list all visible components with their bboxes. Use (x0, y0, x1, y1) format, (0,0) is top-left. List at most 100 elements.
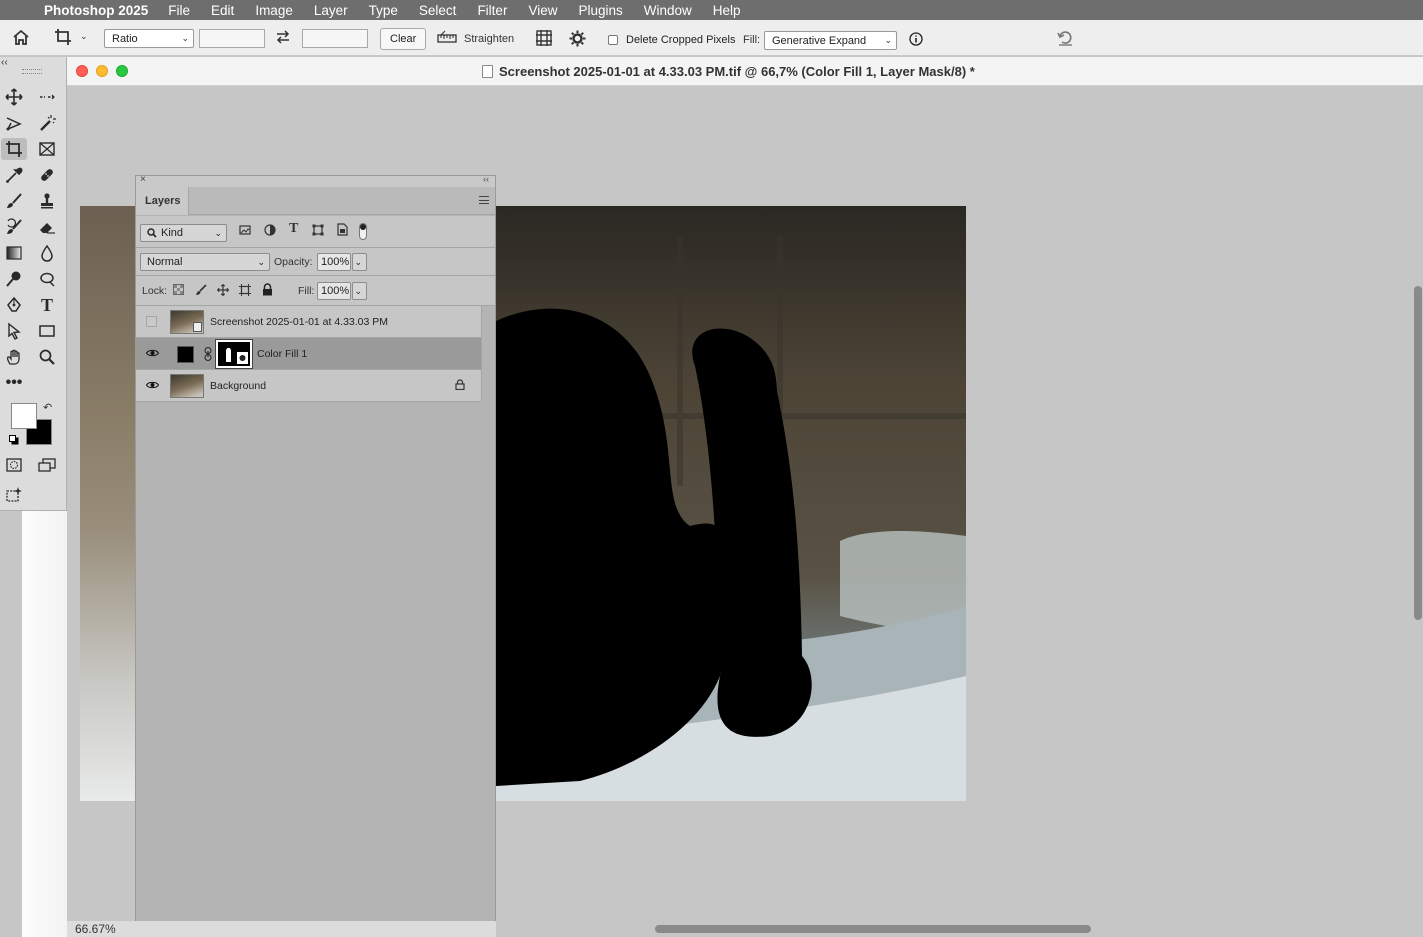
menu-type[interactable]: Type (369, 3, 398, 18)
layer-row-color-fill[interactable]: Color Fill 1 (136, 338, 481, 370)
link-mask-icon[interactable] (204, 347, 212, 361)
chevron-down-icon[interactable]: ⌄ (80, 31, 88, 42)
fill-color-thumbnail[interactable] (177, 346, 194, 363)
lock-artboard-icon[interactable] (239, 284, 251, 299)
crop-tool-icon[interactable] (1, 138, 27, 160)
filter-adjustment-icon[interactable] (264, 224, 276, 239)
grid-overlay-icon[interactable] (535, 29, 553, 47)
straighten-icon[interactable] (437, 30, 457, 44)
menu-view[interactable]: View (528, 3, 557, 18)
magic-wand-tool-icon[interactable] (34, 112, 60, 134)
pen-tool-icon[interactable] (1, 294, 27, 316)
filter-type-icon[interactable]: T (289, 221, 298, 237)
layer-visibility-toggle[interactable] (146, 316, 157, 327)
delete-cropped-label[interactable]: Delete Cropped Pixels (626, 34, 735, 46)
filter-smart-object-icon[interactable] (336, 223, 348, 239)
layer-row-background[interactable]: Background (136, 370, 481, 402)
filter-shape-icon[interactable] (312, 224, 324, 239)
lock-transparent-pixels-icon[interactable] (173, 284, 184, 298)
screen-mode-icon[interactable] (34, 454, 60, 476)
collapse-panel-icon[interactable]: ‹‹ (1, 57, 8, 68)
lock-icon[interactable] (455, 379, 465, 391)
more-tools-icon[interactable]: ••• (1, 372, 27, 394)
eye-icon[interactable] (145, 380, 160, 390)
reset-icon[interactable] (1056, 30, 1074, 46)
lock-position-icon[interactable] (217, 284, 229, 299)
quick-mask-icon[interactable] (1, 454, 27, 476)
gradient-tool-icon[interactable] (1, 242, 27, 264)
ratio-select[interactable]: Ratio ⌄ (104, 29, 194, 48)
dodge-tool-icon[interactable] (1, 268, 27, 290)
menu-filter[interactable]: Filter (477, 3, 507, 18)
zoom-window-button[interactable] (116, 65, 128, 77)
ratio-height-field[interactable] (302, 29, 368, 48)
blend-mode-select[interactable]: Normal ⌄ (140, 253, 270, 271)
collapse-panel-icon[interactable]: ‹‹ (483, 174, 489, 184)
filter-toggle-switch[interactable] (359, 223, 367, 240)
menu-edit[interactable]: Edit (211, 3, 234, 18)
brush-tool-icon[interactable] (1, 190, 27, 212)
tab-layers[interactable]: Layers (136, 187, 189, 215)
opacity-field[interactable]: 100% (317, 253, 351, 271)
blur-tool-icon[interactable] (34, 242, 60, 264)
zoom-level[interactable]: 66.67% (75, 922, 116, 936)
content-aware-move-tool-icon[interactable] (34, 268, 60, 290)
clear-button[interactable]: Clear (380, 28, 427, 50)
close-panel-icon[interactable]: × (140, 174, 146, 185)
menu-select[interactable]: Select (419, 3, 457, 18)
healing-brush-tool-icon[interactable] (34, 164, 60, 186)
fill-select[interactable]: Generative Expand ⌄ (764, 31, 897, 50)
swap-icon[interactable] (275, 29, 291, 45)
eyedropper-tool-icon[interactable] (1, 164, 27, 186)
menu-layer[interactable]: Layer (314, 3, 348, 18)
lock-all-icon[interactable] (262, 283, 273, 299)
rectangle-tool-icon[interactable] (34, 320, 60, 342)
filter-kind-select[interactable]: Kind ⌄ (140, 224, 227, 242)
lock-image-pixels-icon[interactable] (195, 284, 207, 299)
opacity-dropdown[interactable]: ⌄ (352, 253, 367, 271)
layer-mask-thumbnail[interactable] (215, 339, 253, 369)
minimize-window-button[interactable] (96, 65, 108, 77)
zoom-tool-icon[interactable] (34, 346, 60, 368)
fill-opacity-dropdown[interactable]: ⌄ (352, 282, 367, 300)
eye-icon[interactable] (145, 348, 160, 358)
swap-colors-icon[interactable]: ↶ (43, 401, 52, 414)
layer-name[interactable]: Background (210, 380, 266, 392)
menu-file[interactable]: File (168, 3, 190, 18)
foreground-color-swatch[interactable] (11, 403, 37, 429)
ratio-width-field[interactable] (199, 29, 265, 48)
type-tool-icon[interactable]: T (34, 294, 60, 316)
generative-fill-icon[interactable] (1, 484, 27, 506)
crop-tool-preset-icon[interactable] (54, 28, 74, 46)
path-selection-tool-icon[interactable] (1, 320, 27, 342)
vertical-scrollbar[interactable] (1414, 286, 1422, 620)
menu-help[interactable]: Help (713, 3, 741, 18)
close-window-button[interactable] (76, 65, 88, 77)
clone-stamp-tool-icon[interactable] (34, 190, 60, 212)
move-tool-icon[interactable] (1, 86, 27, 108)
panel-grip[interactable] (22, 69, 42, 74)
fill-opacity-field[interactable]: 100% (317, 282, 351, 300)
delete-cropped-checkbox[interactable] (608, 35, 618, 45)
frame-tool-icon[interactable] (34, 138, 60, 160)
info-icon[interactable] (909, 32, 923, 46)
hand-tool-icon[interactable] (1, 346, 27, 368)
marquee-tool-icon[interactable] (34, 86, 60, 108)
gear-icon[interactable] (569, 30, 586, 47)
filter-pixel-icon[interactable] (239, 224, 251, 239)
layer-row-screenshot[interactable]: Screenshot 2025-01-01 at 4.33.03 PM (136, 306, 481, 338)
straighten-label[interactable]: Straighten (464, 33, 514, 45)
layer-name[interactable]: Color Fill 1 (257, 348, 307, 360)
layer-name[interactable]: Screenshot 2025-01-01 at 4.33.03 PM (210, 316, 388, 328)
home-icon[interactable] (12, 29, 30, 46)
lasso-tool-icon[interactable] (1, 112, 27, 134)
default-colors-icon[interactable] (9, 435, 19, 445)
horizontal-scrollbar[interactable] (655, 925, 1091, 933)
layers-scroll-track[interactable] (481, 306, 495, 401)
history-brush-tool-icon[interactable] (1, 216, 27, 238)
panel-menu-icon[interactable] (479, 196, 489, 204)
eraser-tool-icon[interactable] (34, 216, 60, 238)
menu-plugins[interactable]: Plugins (578, 3, 622, 18)
menu-window[interactable]: Window (644, 3, 692, 18)
menu-image[interactable]: Image (255, 3, 293, 18)
